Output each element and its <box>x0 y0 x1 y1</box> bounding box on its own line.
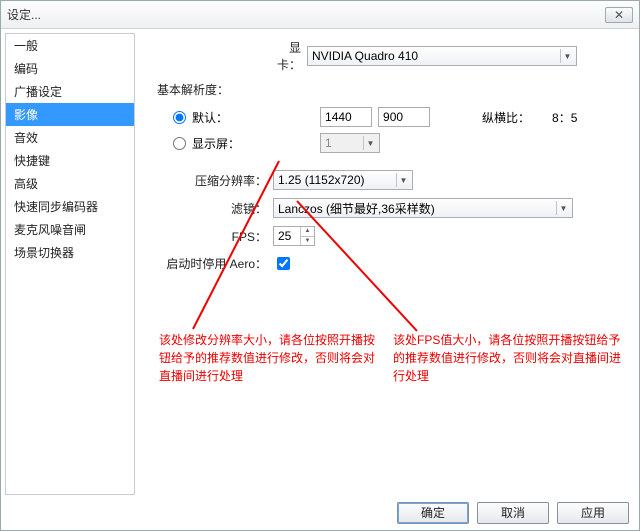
close-icon: ✕ <box>614 8 624 22</box>
filter-value: Lanczos (细节最好,36采样数) <box>278 200 435 217</box>
height-input[interactable] <box>378 107 430 127</box>
filter-select[interactable]: Lanczos (细节最好,36采样数) ▼ <box>273 198 573 218</box>
window-title: 设定... <box>7 6 41 23</box>
sidebar-item-encoding[interactable]: 编码 <box>6 57 134 80</box>
filter-label: 滤镜： <box>157 200 273 217</box>
fps-spinner[interactable]: 25 ▲ ▼ <box>273 226 315 246</box>
chevron-down-icon: ▼ <box>560 49 574 63</box>
cancel-button[interactable]: 取消 <box>477 502 549 524</box>
chevron-down-icon: ▼ <box>556 201 570 215</box>
video-settings-panel: 显卡： NVIDIA Quadro 410 ▼ 基本解析度： 默认： 纵横比： … <box>139 29 639 499</box>
aero-label: 启动时停用 Aero： <box>157 255 273 272</box>
monitor-select[interactable]: 1 ▼ <box>320 133 380 153</box>
chevron-down-icon: ▼ <box>363 136 377 150</box>
close-button[interactable]: ✕ <box>605 7 633 23</box>
default-resolution-label: 默认： <box>192 109 228 126</box>
scale-value: 1.25 (1152x720) <box>278 173 365 187</box>
dialog-footer: 确定 取消 应用 <box>397 502 629 524</box>
scale-select[interactable]: 1.25 (1152x720) ▼ <box>273 170 413 190</box>
aspect-label: 纵横比： <box>482 109 530 126</box>
fps-value: 25 <box>278 229 291 243</box>
titlebar: 设定... ✕ <box>1 1 639 29</box>
aspect-value: 8：5 <box>552 109 577 126</box>
sidebar-item-audio[interactable]: 音效 <box>6 126 134 149</box>
base-resolution-group-label: 基本解析度： <box>157 81 621 98</box>
fps-annotation: 该处FPS值大小，请各位按照开播按钮给予的推荐数值进行修改，否则将会对直播间进行… <box>393 331 623 385</box>
scale-annotation: 该处修改分辨率大小，请各位按照开播按钮给予的推荐数值进行修改，否则将会对直播间进… <box>159 331 379 385</box>
default-resolution-row: 默认： 纵横比： 8：5 <box>173 104 621 130</box>
monitor-resolution-label: 显示屏： <box>192 135 240 152</box>
gpu-label: 显卡： <box>267 39 307 73</box>
window-body: 一般 编码 广播设定 影像 音效 快捷键 高级 快速同步编码器 麦克风噪音闸 场… <box>1 29 639 499</box>
sidebar-item-video[interactable]: 影像 <box>6 103 134 126</box>
aero-checkbox[interactable] <box>277 257 290 270</box>
ok-button[interactable]: 确定 <box>397 502 469 524</box>
monitor-resolution-row: 显示屏： 1 ▼ <box>173 130 621 156</box>
monitor-value: 1 <box>325 136 332 150</box>
fps-label: FPS： <box>157 228 273 245</box>
sidebar-item-hotkeys[interactable]: 快捷键 <box>6 149 134 172</box>
spinner-down-icon[interactable]: ▼ <box>301 237 314 246</box>
chevron-down-icon: ▼ <box>396 173 410 187</box>
sidebar-item-scene-switcher[interactable]: 场景切换器 <box>6 241 134 264</box>
gpu-select[interactable]: NVIDIA Quadro 410 ▼ <box>307 46 577 66</box>
gpu-value: NVIDIA Quadro 410 <box>312 49 418 63</box>
sidebar-item-advanced[interactable]: 高级 <box>6 172 134 195</box>
sidebar-item-quicksync[interactable]: 快速同步编码器 <box>6 195 134 218</box>
scale-label: 压缩分辨率： <box>157 172 273 189</box>
spinner-up-icon[interactable]: ▲ <box>301 227 314 237</box>
settings-sidebar: 一般 编码 广播设定 影像 音效 快捷键 高级 快速同步编码器 麦克风噪音闸 场… <box>5 33 135 495</box>
monitor-resolution-radio[interactable] <box>173 137 186 150</box>
width-input[interactable] <box>320 107 372 127</box>
sidebar-item-general[interactable]: 一般 <box>6 34 134 57</box>
sidebar-item-broadcast[interactable]: 广播设定 <box>6 80 134 103</box>
sidebar-item-noise-gate[interactable]: 麦克风噪音闸 <box>6 218 134 241</box>
settings-window: 设定... ✕ 一般 编码 广播设定 影像 音效 快捷键 高级 快速同步编码器 … <box>0 0 640 531</box>
apply-button[interactable]: 应用 <box>557 502 629 524</box>
default-resolution-radio[interactable] <box>173 111 186 124</box>
